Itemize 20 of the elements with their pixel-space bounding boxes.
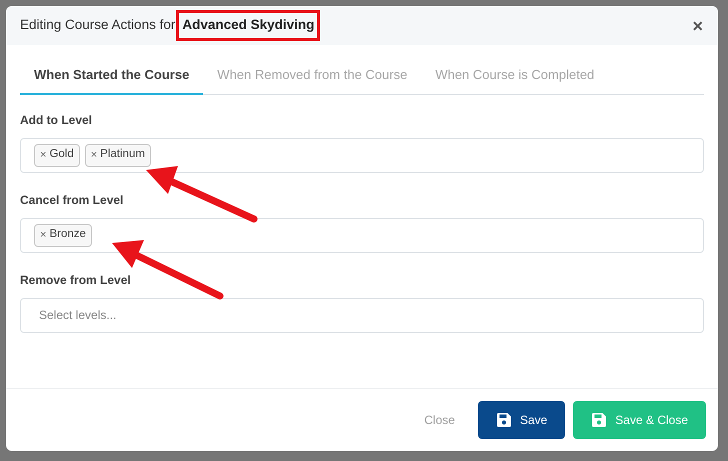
tag-label: Bronze: [49, 227, 86, 242]
tag-label: Platinum: [100, 147, 145, 162]
field-label: Remove from Level: [20, 272, 132, 288]
tab[interactable]: When Started the Course: [20, 65, 204, 94]
tag-label: Gold: [49, 147, 74, 162]
level-select-field[interactable]: Select levels...: [20, 298, 704, 332]
save-button[interactable]: Save: [478, 401, 566, 439]
save-icon: [591, 412, 608, 428]
close-button[interactable]: ×: [692, 16, 703, 34]
level-select-field[interactable]: × Gold × Platinum: [20, 138, 704, 172]
remove-tag-button[interactable]: ×: [40, 146, 46, 164]
remove-tag-button[interactable]: ×: [90, 146, 98, 164]
highlighted-course-name: Advanced Skydiving: [176, 10, 320, 41]
field-label: Add to Level: [20, 112, 94, 128]
save-icon: [496, 412, 512, 428]
remove-tag-button[interactable]: ×: [40, 226, 46, 244]
field-label: Cancel from Level: [20, 192, 124, 208]
dialog-title: Editing Course Actions for: [20, 16, 176, 34]
placeholder-text[interactable]: Select levels...: [39, 306, 339, 324]
level-select-field[interactable]: × Bronze: [20, 218, 704, 252]
